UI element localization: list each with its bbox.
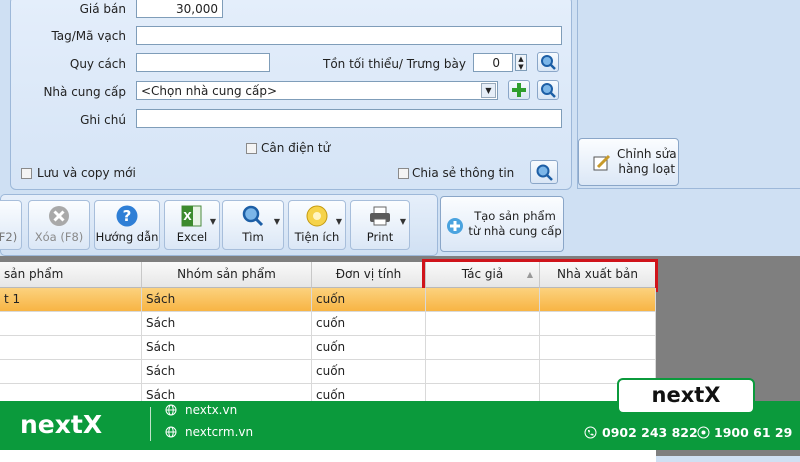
column-header-unit[interactable]: Đơn vị tính bbox=[312, 262, 426, 288]
share-info-checkbox[interactable] bbox=[398, 168, 409, 179]
search-button[interactable]: Tìm ▼ bbox=[222, 200, 284, 250]
partial-button-label: F2) bbox=[0, 230, 18, 244]
help-icon: ? bbox=[116, 205, 138, 227]
brand-badge: nextX bbox=[617, 378, 755, 414]
table-cell bbox=[426, 336, 540, 360]
website-link-1[interactable]: nextx.vn bbox=[185, 403, 237, 417]
excel-label: Excel bbox=[176, 230, 208, 244]
scale-checkbox[interactable] bbox=[246, 143, 257, 154]
search-magnifier-button[interactable] bbox=[537, 52, 559, 72]
price-label: Giá bán bbox=[79, 2, 126, 16]
table-cell: cuốn bbox=[312, 360, 426, 384]
bulk-edit-label: Chỉnh sửa hàng loạt bbox=[617, 147, 677, 176]
magnifier-icon bbox=[541, 55, 556, 70]
save-copy-label: Lưu và copy mới bbox=[37, 166, 136, 180]
supplier-select[interactable]: <Chọn nhà cung cấp> bbox=[136, 81, 498, 100]
add-product-icon bbox=[447, 218, 463, 234]
partial-button[interactable]: F2) bbox=[0, 200, 22, 250]
table-cell bbox=[426, 312, 540, 336]
globe-icon bbox=[165, 426, 177, 438]
min-stock-label: Tồn tối thiểu/ Trưng bày bbox=[323, 57, 466, 71]
table-cell bbox=[426, 360, 540, 384]
spec-label: Quy cách bbox=[69, 57, 126, 71]
table-cell bbox=[540, 312, 656, 336]
plus-icon bbox=[512, 83, 526, 97]
svg-text:?: ? bbox=[123, 207, 132, 225]
delete-button[interactable]: Xóa (F8) bbox=[28, 200, 90, 250]
table-cell bbox=[540, 336, 656, 360]
phone-number-2[interactable]: 1900 61 29 bbox=[714, 425, 792, 440]
table-cell: Sách bbox=[142, 360, 312, 384]
table-cell: Sách bbox=[142, 336, 312, 360]
bulk-edit-button[interactable]: Chỉnh sửa hàng loạt bbox=[578, 138, 679, 186]
excel-button[interactable]: X Excel ▼ bbox=[164, 200, 220, 250]
svg-text:X: X bbox=[183, 210, 192, 223]
guide-label: Hướng dẫn bbox=[95, 230, 159, 244]
table-cell bbox=[0, 312, 142, 336]
guide-button[interactable]: ? Hướng dẫn bbox=[94, 200, 160, 250]
table-cell: Sách bbox=[142, 288, 312, 312]
search-label: Tìm bbox=[242, 230, 264, 244]
delete-label: Xóa (F8) bbox=[34, 230, 84, 244]
stepper-arrows-icon[interactable]: ▲ ▼ bbox=[515, 54, 527, 71]
dropdown-arrow-icon: ▼ bbox=[209, 217, 216, 226]
table-cell bbox=[426, 288, 540, 312]
search-icon bbox=[242, 205, 264, 227]
phone-number-1[interactable]: 0902 243 822 bbox=[602, 425, 698, 440]
website-link-2[interactable]: nextcrm.vn bbox=[185, 425, 253, 439]
magnifier-icon bbox=[536, 164, 553, 181]
table-cell: t 1 bbox=[0, 288, 142, 312]
table-cell: cuốn bbox=[312, 288, 426, 312]
supplier-label: Nhà cung cấp bbox=[43, 85, 126, 99]
delete-icon bbox=[49, 206, 69, 226]
min-stock-stepper[interactable]: 0 bbox=[473, 53, 513, 72]
tag-barcode-label: Tag/Mã vạch bbox=[51, 29, 126, 43]
tag-barcode-field[interactable] bbox=[136, 26, 562, 45]
dropdown-arrow-icon: ▼ bbox=[273, 217, 280, 226]
table-cell bbox=[540, 288, 656, 312]
spec-field[interactable] bbox=[136, 53, 270, 72]
column-header-group[interactable]: Nhóm sản phẩm bbox=[142, 262, 312, 288]
utility-label: Tiện ích bbox=[294, 230, 340, 244]
table-cell: Sách bbox=[142, 312, 312, 336]
hotline-icon bbox=[697, 426, 710, 439]
table-cell: cuốn bbox=[312, 312, 426, 336]
magnifier-icon bbox=[541, 83, 556, 98]
table-cell: cuốn bbox=[312, 336, 426, 360]
save-copy-checkbox[interactable] bbox=[21, 168, 32, 179]
add-supplier-button[interactable] bbox=[508, 80, 530, 100]
create-from-supplier-label: Tạo sản phẩm từ nhà cung cấp bbox=[468, 209, 562, 238]
dropdown-arrow-icon: ▼ bbox=[399, 217, 406, 226]
print-button[interactable]: Print ▼ bbox=[350, 200, 410, 250]
share-search-button[interactable] bbox=[530, 160, 558, 184]
edit-pencil-icon bbox=[593, 154, 611, 171]
print-label: Print bbox=[366, 230, 394, 244]
price-field[interactable]: 30,000 bbox=[136, 0, 223, 18]
phone-icon bbox=[584, 426, 597, 439]
table-cell bbox=[0, 360, 142, 384]
chevron-down-icon[interactable]: ▼ bbox=[481, 83, 496, 98]
globe-icon bbox=[165, 404, 177, 416]
column-header-product[interactable]: sản phẩm bbox=[0, 262, 142, 288]
note-label: Ghi chú bbox=[80, 113, 126, 127]
divider bbox=[150, 407, 151, 441]
scale-label: Cân điện tử bbox=[261, 141, 331, 155]
share-info-label: Chia sẻ thông tin bbox=[412, 166, 515, 180]
utility-button[interactable]: Tiện ích ▼ bbox=[288, 200, 346, 250]
utility-gear-icon bbox=[306, 205, 328, 227]
create-from-supplier-button[interactable]: Tạo sản phẩm từ nhà cung cấp bbox=[440, 196, 564, 252]
search-supplier-button[interactable] bbox=[537, 80, 559, 100]
dropdown-arrow-icon: ▼ bbox=[335, 217, 342, 226]
brand-logo: nextX bbox=[20, 410, 103, 439]
printer-icon bbox=[370, 206, 390, 226]
table-cell bbox=[0, 336, 142, 360]
note-field[interactable] bbox=[136, 109, 562, 128]
excel-icon: X bbox=[181, 205, 202, 227]
